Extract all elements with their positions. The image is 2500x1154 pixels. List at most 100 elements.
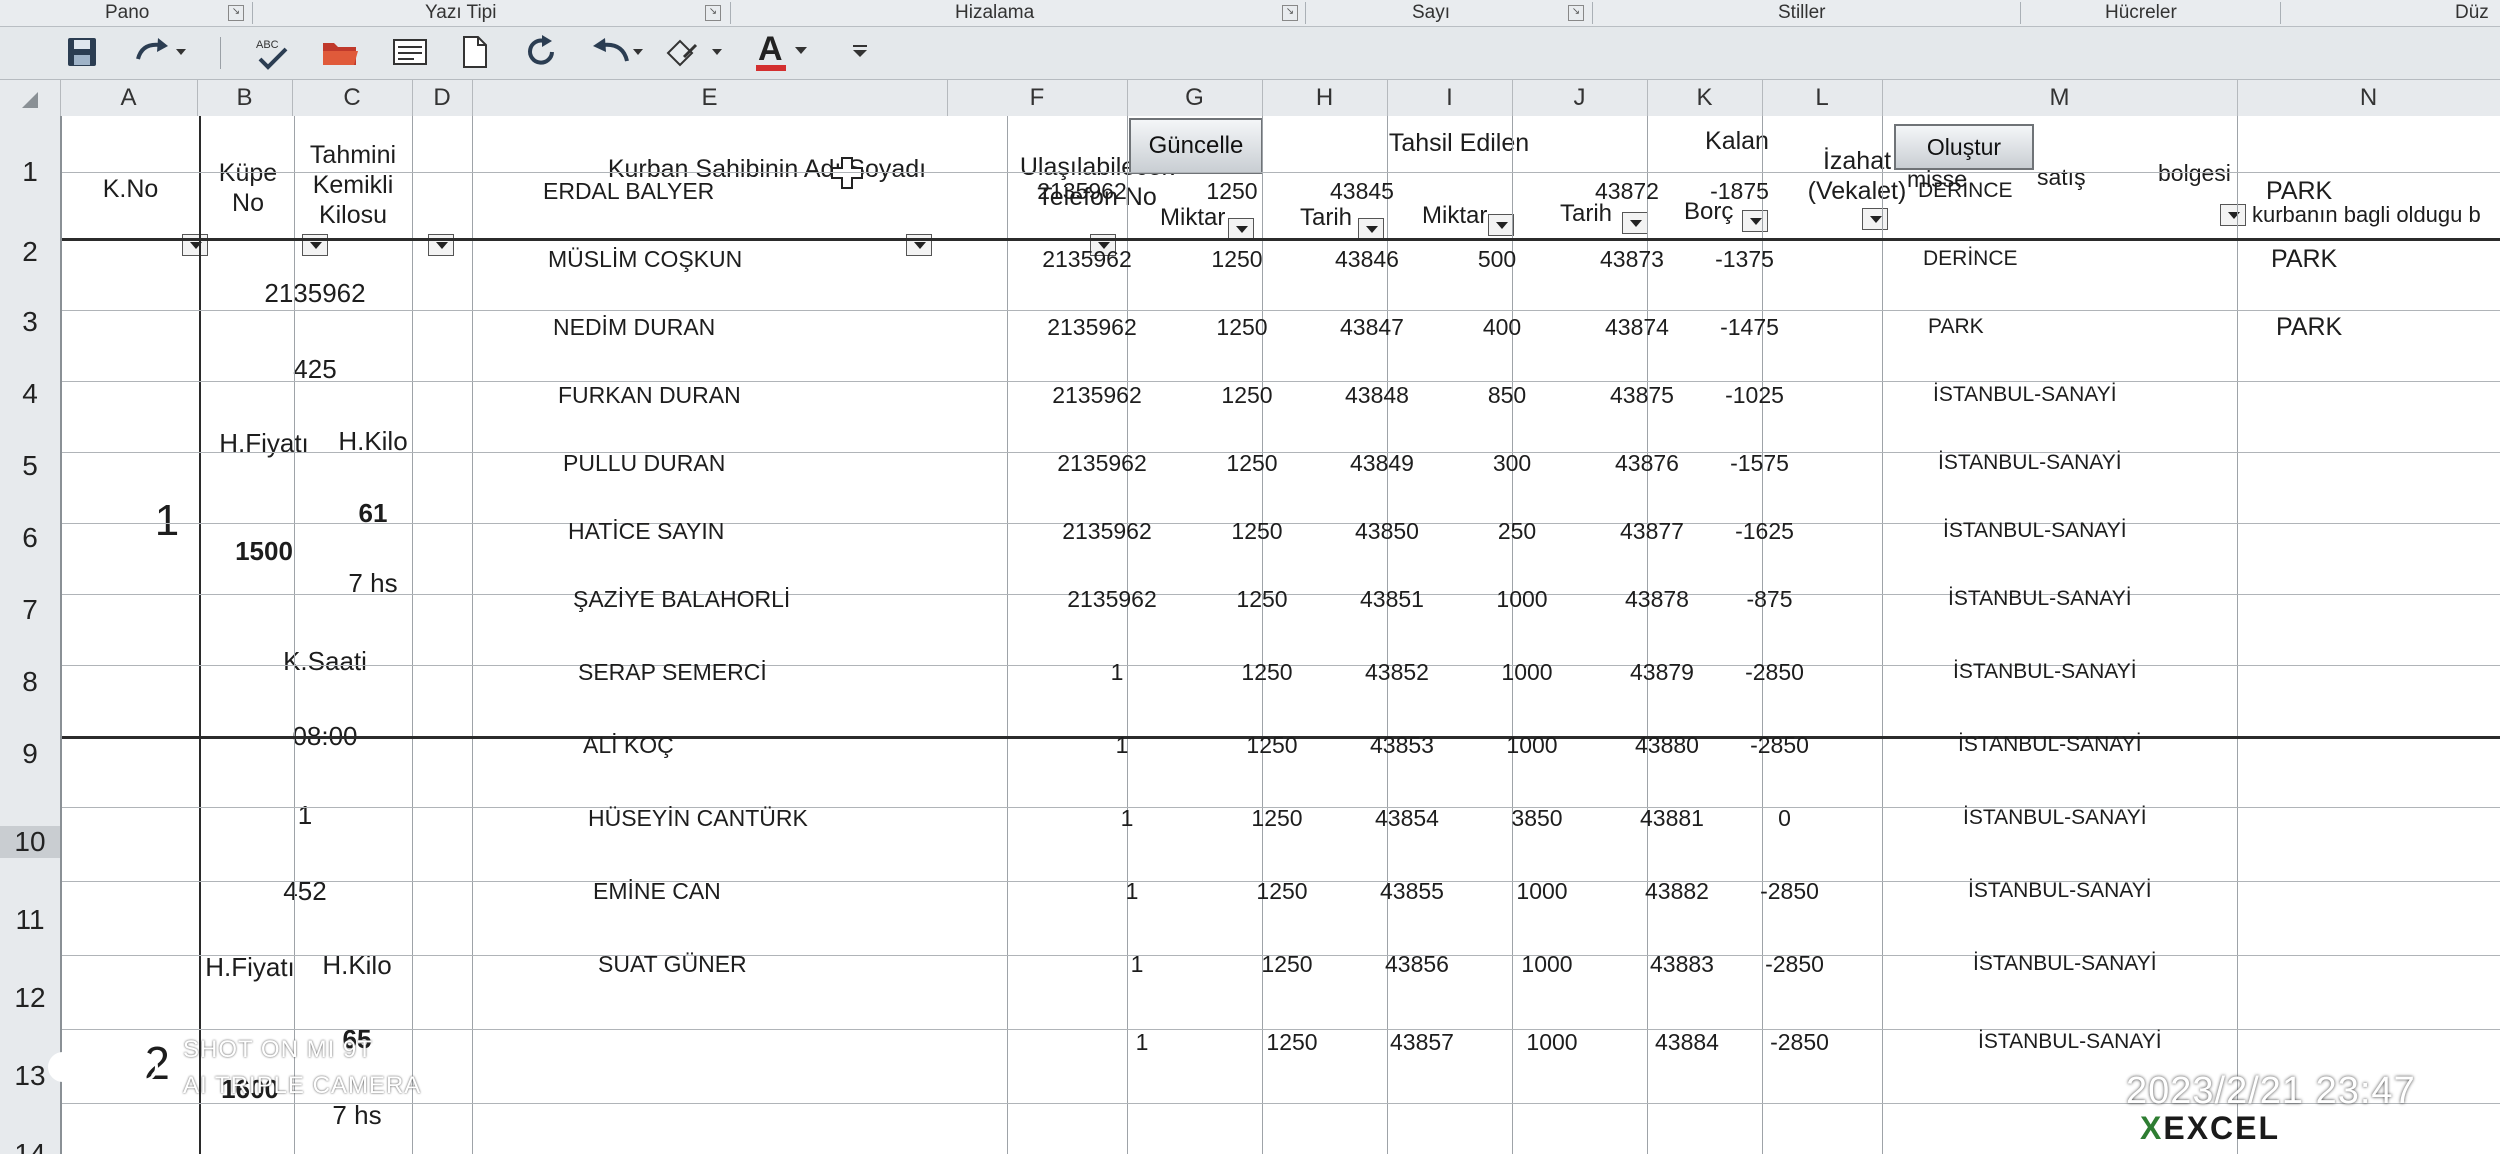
column-header-i[interactable]: I xyxy=(1387,80,1513,116)
guncelle-button[interactable]: Güncelle xyxy=(1129,118,1263,174)
record-amount[interactable]: 1250 xyxy=(1232,1025,1352,1059)
row-header-4[interactable]: 4 xyxy=(0,378,60,410)
record-paid-date[interactable]: 43873 xyxy=(1572,242,1692,276)
record-amount[interactable]: 1250 xyxy=(1222,874,1342,908)
record-paid-date[interactable]: 43883 xyxy=(1622,947,1742,981)
record-n[interactable] xyxy=(2275,378,2475,412)
record-debt[interactable]: -2850 xyxy=(1737,947,1852,981)
record-debt[interactable]: -1475 xyxy=(1692,310,1807,344)
record-debt[interactable]: -1375 xyxy=(1687,242,1802,276)
record-debt[interactable]: -1575 xyxy=(1702,446,1817,480)
record-region[interactable]: İSTANBUL-SANAYİ xyxy=(1967,947,2267,981)
record-amount[interactable]: 1250 xyxy=(1212,728,1332,762)
record-name[interactable]: SUAT GÜNER xyxy=(592,947,1032,981)
record-date[interactable]: 43849 xyxy=(1322,446,1442,480)
record-n[interactable] xyxy=(2305,801,2500,835)
spellcheck-icon[interactable]: ABC xyxy=(250,35,294,71)
record-paid-date[interactable]: 43880 xyxy=(1607,728,1727,762)
record-paid-date[interactable]: 43876 xyxy=(1587,446,1707,480)
record-date[interactable]: 43856 xyxy=(1357,947,1477,981)
record-date[interactable]: 43853 xyxy=(1342,728,1462,762)
record-region[interactable]: İSTANBUL-SANAYİ xyxy=(1942,582,2242,616)
olustur-button[interactable]: Oluştur xyxy=(1894,124,2034,170)
row-header-9[interactable]: 9 xyxy=(0,738,60,770)
ribbon-group-sayi[interactable]: Sayı xyxy=(1412,0,1450,26)
column-header-e[interactable]: E xyxy=(472,80,948,116)
record-phone[interactable]: 1 xyxy=(1062,947,1212,981)
record-n[interactable] xyxy=(2290,582,2490,616)
ribbon-group-stiller[interactable]: Stiller xyxy=(1778,0,1826,26)
record-date[interactable]: 43846 xyxy=(1307,242,1427,276)
new-file-icon[interactable] xyxy=(455,35,495,71)
record-paid-date[interactable]: 43884 xyxy=(1627,1025,1747,1059)
record-name[interactable]: HÜSEYİN CANTÜRK xyxy=(582,801,1022,835)
record-name[interactable]: FURKAN DURAN xyxy=(552,378,992,412)
record-paid-date[interactable]: 43879 xyxy=(1602,655,1722,689)
record-paid[interactable]: 1000 xyxy=(1492,1025,1612,1059)
ribbon-group-yazi-tipi[interactable]: Yazı Tipi xyxy=(425,0,496,26)
record-paid[interactable]: 300 xyxy=(1452,446,1572,480)
record-paid[interactable]: 400 xyxy=(1442,310,1562,344)
record-n[interactable]: PARK xyxy=(2265,242,2465,276)
select-all-corner[interactable] xyxy=(0,80,61,116)
record-phone[interactable]: 2135962 xyxy=(1012,242,1162,276)
record-amount[interactable]: 1250 xyxy=(1172,174,1292,208)
record-n[interactable] xyxy=(2285,514,2485,548)
record-region[interactable]: İSTANBUL-SANAYİ xyxy=(1952,728,2252,762)
ribbon-group-hucreler[interactable]: Hücreler xyxy=(2105,0,2177,26)
record-name[interactable]: NEDİM DURAN xyxy=(547,310,987,344)
record-amount[interactable]: 1250 xyxy=(1207,655,1327,689)
record-name[interactable]: EMİNE CAN xyxy=(587,874,1027,908)
row-header-2[interactable]: 2 xyxy=(0,236,60,268)
record-phone[interactable]: 2135962 xyxy=(1032,514,1182,548)
record-region[interactable]: İSTANBUL-SANAYİ xyxy=(1947,655,2247,689)
filter-dropdown-j[interactable] xyxy=(1622,212,1648,234)
column-header-l[interactable]: L xyxy=(1762,80,1883,116)
record-name[interactable]: PULLU DURAN xyxy=(557,446,997,480)
filter-dropdown-i[interactable] xyxy=(1488,214,1514,236)
record-name[interactable]: SERAP SEMERCİ xyxy=(572,655,1012,689)
record-n[interactable] xyxy=(2315,947,2500,981)
record-debt[interactable]: 0 xyxy=(1727,801,1842,835)
filter-dropdown-k[interactable] xyxy=(1742,210,1768,232)
record-region[interactable]: DERİNCE xyxy=(1912,174,2212,208)
record-amount[interactable]: 1250 xyxy=(1197,514,1317,548)
open-folder-icon[interactable] xyxy=(318,35,362,71)
column-header-k[interactable]: K xyxy=(1647,80,1763,116)
row-header-7[interactable]: 7 xyxy=(0,594,60,626)
form-icon[interactable] xyxy=(388,35,432,71)
record-phone[interactable]: 1 xyxy=(1042,655,1192,689)
record-paid-date[interactable]: 43877 xyxy=(1592,514,1712,548)
ribbon-group-pano[interactable]: Pano xyxy=(105,0,149,26)
filter-dropdown-l[interactable] xyxy=(1862,208,1888,230)
record-date[interactable]: 43855 xyxy=(1352,874,1472,908)
filter-dropdown-h[interactable] xyxy=(1358,218,1384,240)
record-paid[interactable]: 1000 xyxy=(1482,874,1602,908)
column-header-c[interactable]: C xyxy=(292,80,413,116)
row-header-5[interactable]: 5 xyxy=(0,450,60,482)
record-paid-date[interactable]: 43881 xyxy=(1612,801,1732,835)
record-name[interactable]: ERDAL BALYER xyxy=(537,174,977,208)
record-phone[interactable]: 1 xyxy=(1052,801,1202,835)
record-paid[interactable]: 500 xyxy=(1437,242,1557,276)
record-phone[interactable]: 2135962 xyxy=(1037,582,1187,616)
record-phone[interactable]: 2135962 xyxy=(1007,174,1157,208)
record-debt[interactable]: -2850 xyxy=(1722,728,1837,762)
record-amount[interactable]: 1250 xyxy=(1227,947,1347,981)
worksheet-grid[interactable]: K.No Küpe No Tahmini Kemikli Kilosu Kurb… xyxy=(62,116,2500,1154)
record-paid[interactable]: 3850 xyxy=(1477,801,1597,835)
record-n[interactable]: PARK xyxy=(2270,310,2470,344)
row-header-10[interactable]: 10 xyxy=(0,826,60,858)
record-paid-date[interactable]: 43875 xyxy=(1582,378,1702,412)
save-icon[interactable] xyxy=(62,35,102,71)
record-paid-date[interactable]: 43874 xyxy=(1577,310,1697,344)
record-debt[interactable]: -875 xyxy=(1712,582,1827,616)
record-name[interactable]: MÜSLİM COŞKUN xyxy=(542,242,982,276)
font-color-icon[interactable]: A xyxy=(752,31,822,71)
column-header-b[interactable]: B xyxy=(197,80,293,116)
refresh-icon[interactable] xyxy=(520,35,564,71)
record-phone[interactable]: 1 xyxy=(1067,1025,1217,1059)
record-phone[interactable]: 1 xyxy=(1057,874,1207,908)
record-debt[interactable]: -1625 xyxy=(1707,514,1822,548)
row-header-12[interactable]: 12 xyxy=(0,982,60,1014)
